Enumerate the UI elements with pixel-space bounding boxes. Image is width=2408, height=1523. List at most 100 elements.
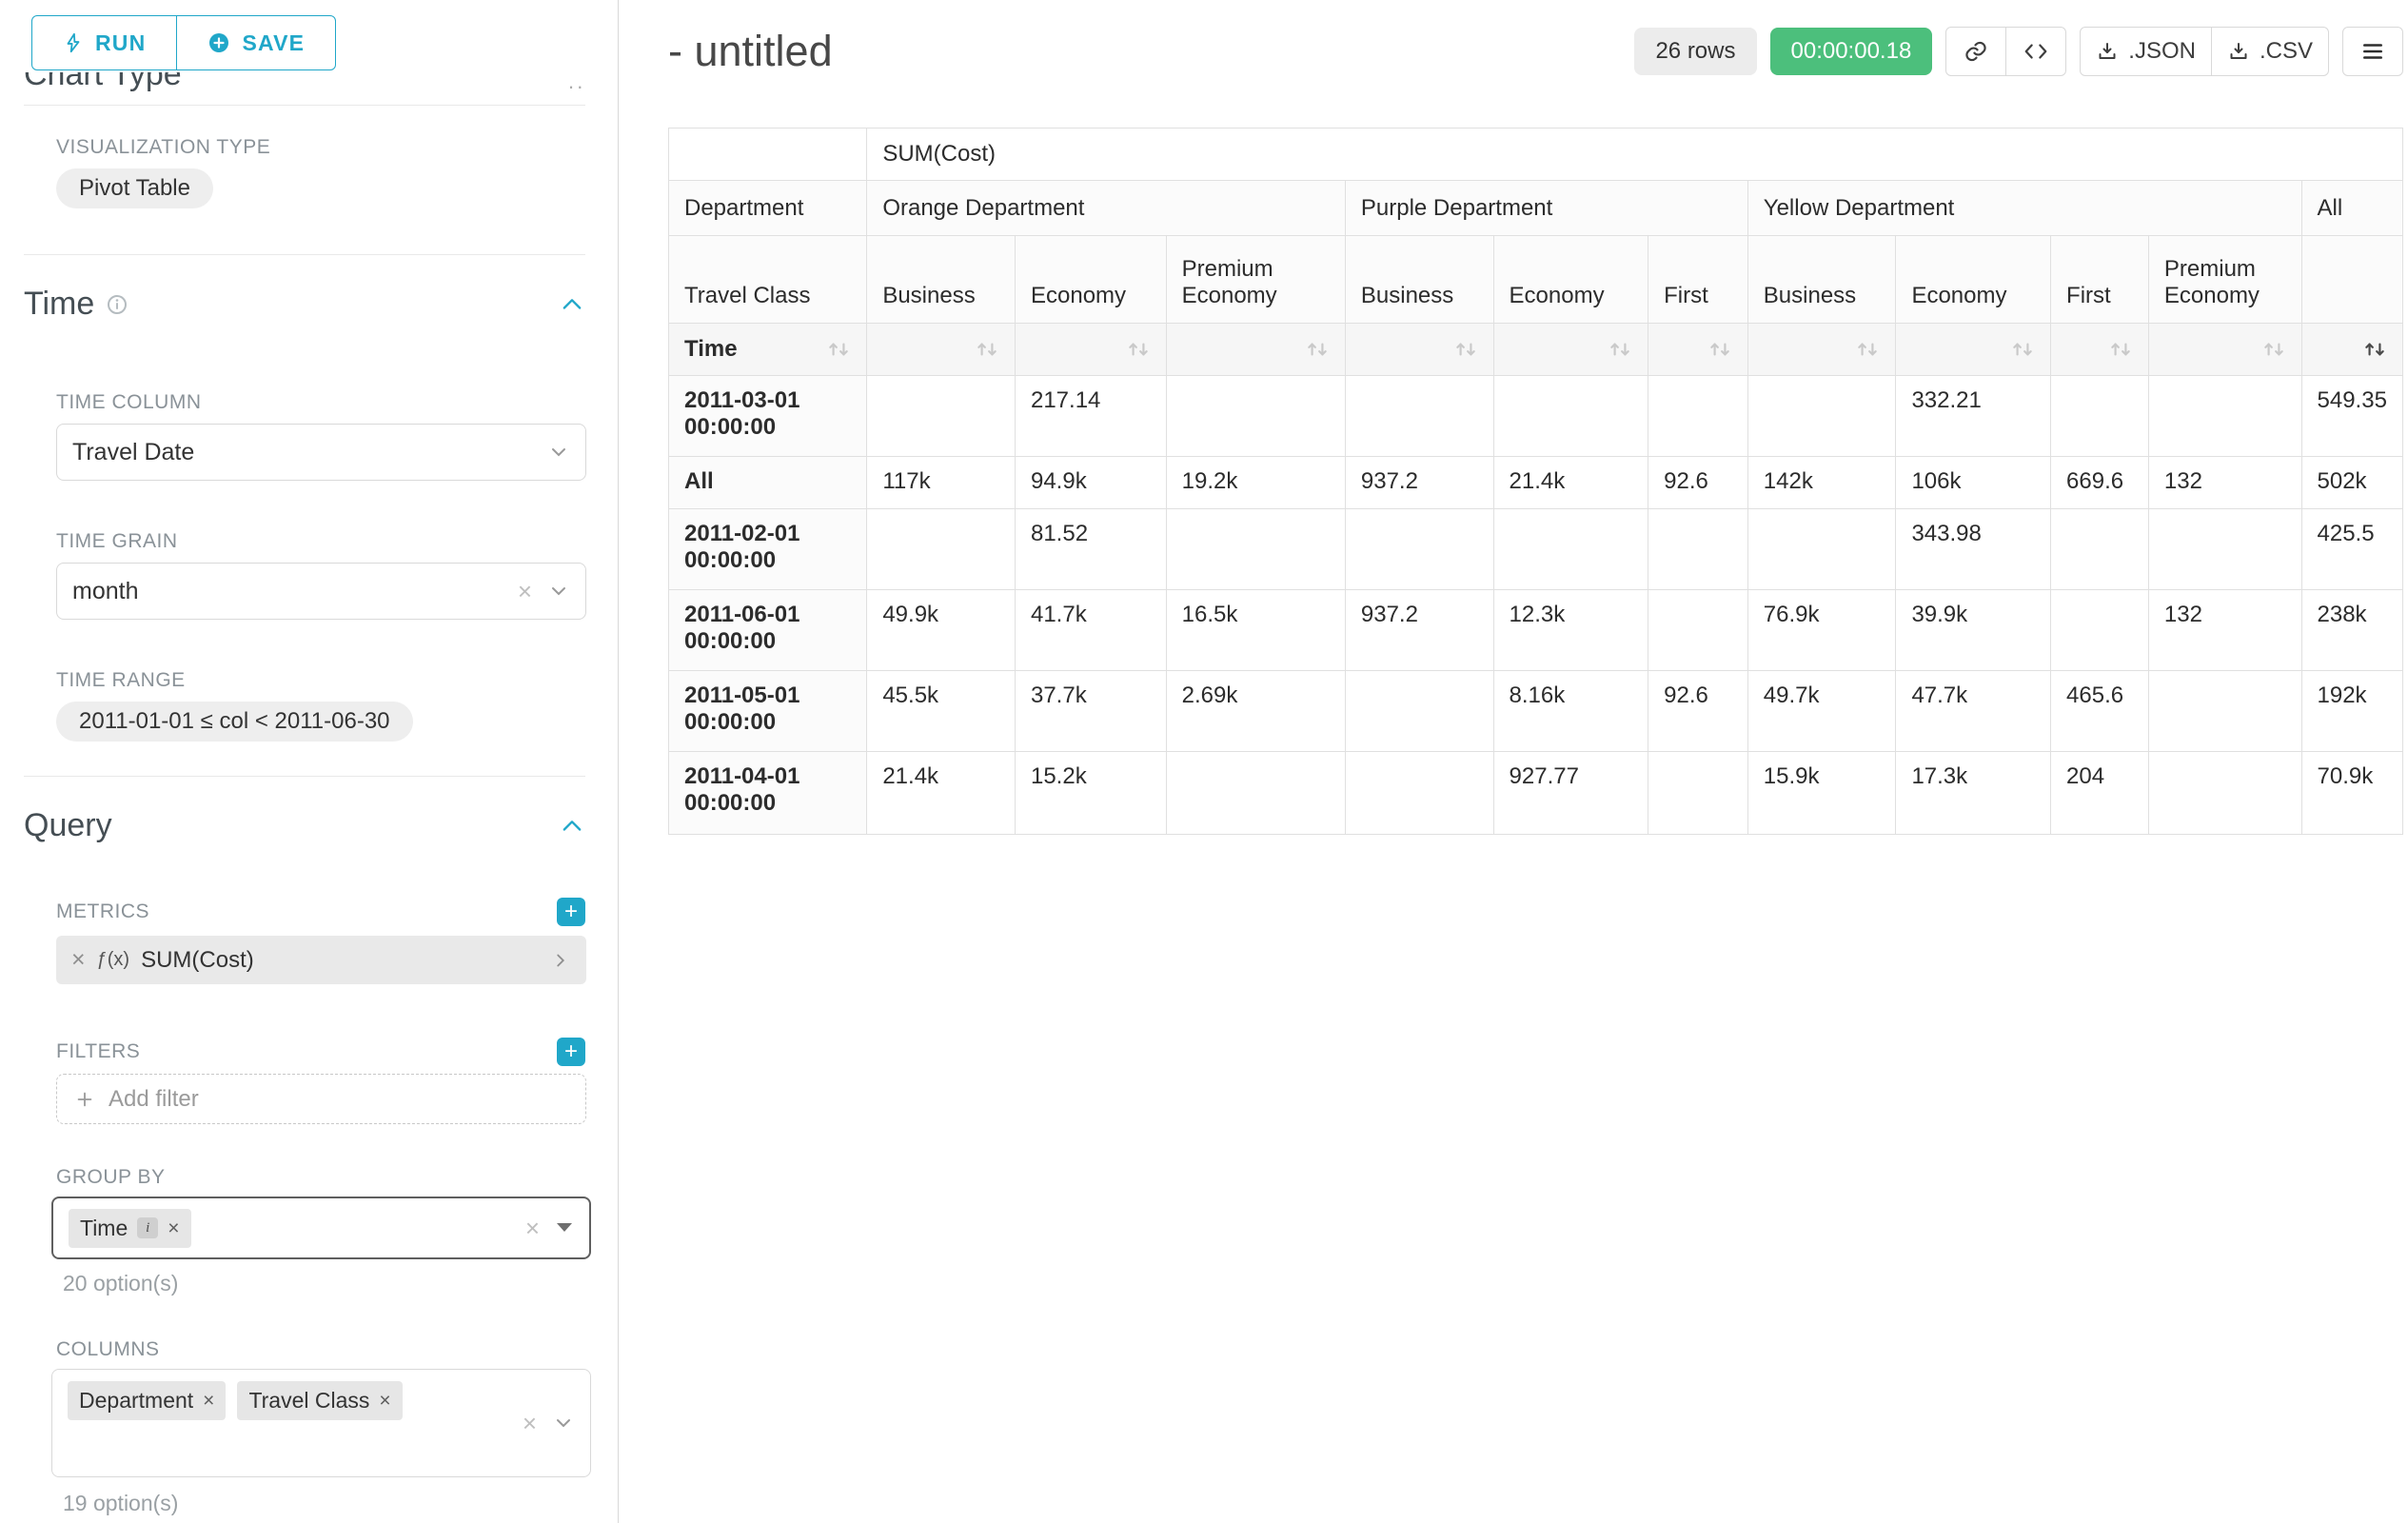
copy-link-button[interactable] — [1945, 27, 2006, 76]
chevron-down-icon — [552, 1412, 575, 1434]
value-cell — [2148, 509, 2301, 590]
time-grain-value: month — [72, 578, 138, 605]
value-cell — [1345, 509, 1493, 590]
embed-code-button[interactable] — [2005, 27, 2066, 76]
info-icon — [106, 293, 128, 316]
time-range-value: 2011-01-01 ≤ col < 2011-06-30 — [79, 708, 390, 735]
clear-icon[interactable]: × — [523, 1411, 537, 1435]
value-cell: 21.4k — [1493, 457, 1648, 509]
column-sort-header[interactable] — [1747, 324, 1896, 376]
value-cell — [1345, 752, 1493, 835]
column-sort-header[interactable] — [1345, 324, 1493, 376]
value-cell: 937.2 — [1345, 457, 1493, 509]
column-sort-header[interactable] — [1648, 324, 1748, 376]
value-cell — [2148, 752, 2301, 835]
sort-icon — [2261, 337, 2286, 362]
section-divider — [24, 105, 585, 106]
columns-tag-travel-class[interactable]: Travel Class × — [237, 1381, 402, 1420]
travel-class-header: First — [2051, 236, 2149, 324]
column-sort-header[interactable] — [2051, 324, 2149, 376]
value-cell: 927.77 — [1493, 752, 1648, 835]
travel-class-header: Economy — [1015, 236, 1166, 324]
export-csv-button[interactable]: .CSV — [2211, 27, 2329, 76]
value-cell: 17.3k — [1896, 752, 2051, 835]
visualization-type-pill[interactable]: Pivot Table — [56, 168, 213, 208]
travel-class-header: First — [1648, 236, 1748, 324]
remove-tag-icon[interactable]: × — [168, 1218, 179, 1238]
value-cell: 142k — [1747, 457, 1896, 509]
all-sort-header-active[interactable] — [2301, 324, 2402, 376]
column-sort-header[interactable] — [1015, 324, 1166, 376]
metric-header: SUM(Cost) — [867, 129, 2403, 181]
add-filter-box[interactable]: Add filter — [56, 1074, 586, 1124]
add-filter-plus-button[interactable]: + — [557, 1038, 585, 1066]
filters-label-row: FILTERS + — [56, 1038, 585, 1066]
department-group-header: Yellow Department — [1747, 181, 2301, 236]
value-cell: 70.9k — [2301, 752, 2402, 835]
query-timer-badge: 00:00:00.18 — [1770, 28, 1933, 75]
sort-icon — [2362, 337, 2387, 362]
value-cell: 192k — [2301, 671, 2402, 752]
value-cell: 12.3k — [1493, 590, 1648, 671]
value-cell: 49.7k — [1747, 671, 1896, 752]
value-cell — [867, 509, 1016, 590]
value-cell — [1648, 509, 1748, 590]
metric-pill[interactable]: × ƒ(x) SUM(Cost) — [56, 936, 586, 984]
clear-icon[interactable]: × — [518, 579, 532, 603]
time-column-label: TIME COLUMN — [56, 391, 618, 414]
time-axis-label: Time — [684, 336, 738, 363]
metrics-label: METRICS — [56, 900, 149, 923]
column-sort-header[interactable] — [867, 324, 1016, 376]
chevron-up-icon[interactable] — [559, 291, 585, 318]
row-label: 2011-04-01 00:00:00 — [669, 752, 867, 835]
export-json-label: .JSON — [2128, 38, 2196, 65]
chart-panel: - untitled 26 rows 00:00:00.18 — [619, 0, 2408, 1523]
more-options-button[interactable] — [2342, 27, 2403, 76]
group-by-options-hint: 20 option(s) — [63, 1271, 618, 1296]
chart-title[interactable]: - untitled — [668, 27, 833, 76]
group-by-tag-time[interactable]: Time i × — [69, 1209, 191, 1248]
group-by-select[interactable]: Time i × × — [51, 1197, 591, 1259]
sort-icon — [1126, 337, 1151, 362]
value-cell — [1493, 376, 1648, 457]
remove-metric-icon[interactable]: × — [71, 948, 86, 972]
columns-select[interactable]: Department × Travel Class × × — [51, 1369, 591, 1477]
sort-icon — [1453, 337, 1478, 362]
save-button[interactable]: SAVE — [176, 15, 336, 70]
sort-icon — [826, 337, 851, 362]
link-icon — [1964, 39, 1988, 64]
value-cell: 549.35 — [2301, 376, 2402, 457]
time-column-select[interactable]: Travel Date — [56, 424, 586, 481]
chevron-up-icon[interactable] — [559, 813, 585, 840]
time-section-title: Time — [24, 286, 94, 323]
control-panel-sidebar: RUN SAVE Chart Type ·· VISUALIZATION TYP… — [0, 0, 619, 1523]
download-icon — [2096, 40, 2119, 63]
time-sort-header[interactable]: Time — [669, 324, 867, 376]
value-cell: 217.14 — [1015, 376, 1166, 457]
export-json-button[interactable]: .JSON — [2080, 27, 2212, 76]
value-cell: 76.9k — [1747, 590, 1896, 671]
column-sort-header[interactable] — [1493, 324, 1648, 376]
columns-tag-department[interactable]: Department × — [68, 1381, 226, 1420]
time-range-pill[interactable]: 2011-01-01 ≤ col < 2011-06-30 — [56, 702, 413, 742]
value-cell: 117k — [867, 457, 1016, 509]
value-cell: 132 — [2148, 457, 2301, 509]
remove-tag-icon[interactable]: × — [379, 1391, 390, 1411]
run-save-button-group: RUN SAVE — [0, 0, 618, 70]
columns-label: COLUMNS — [56, 1338, 618, 1361]
remove-tag-icon[interactable]: × — [203, 1391, 214, 1411]
sort-icon — [1855, 337, 1880, 362]
run-button[interactable]: RUN — [31, 15, 177, 70]
chart-header-actions: 26 rows 00:00:00.18 — [1634, 27, 2403, 76]
column-sort-header[interactable] — [1896, 324, 2051, 376]
column-sort-header[interactable] — [2148, 324, 2301, 376]
value-cell: 21.4k — [867, 752, 1016, 835]
time-grain-select[interactable]: month × — [56, 563, 586, 620]
tag-label: Travel Class — [248, 1388, 369, 1414]
filters-label: FILTERS — [56, 1040, 140, 1063]
add-metric-button[interactable]: + — [557, 898, 585, 926]
clear-icon[interactable]: × — [525, 1216, 540, 1240]
column-sort-header[interactable] — [1166, 324, 1345, 376]
export-csv-label: .CSV — [2260, 38, 2313, 65]
value-cell: 204 — [2051, 752, 2149, 835]
